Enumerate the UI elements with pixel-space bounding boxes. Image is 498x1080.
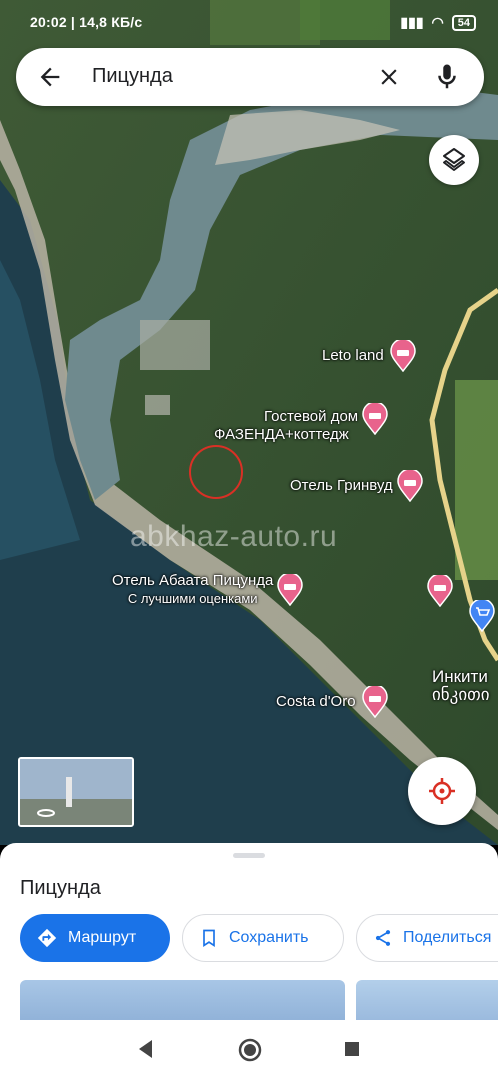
layers-icon [443,148,465,171]
satellite-map[interactable] [0,0,498,845]
poi-label: Инкити [432,667,488,686]
poi-label: Отель Абаата Пицунда [112,572,274,589]
nav-home-icon[interactable] [238,1038,262,1062]
bookmark-icon [203,929,215,948]
hotel-pin-icon [427,575,453,607]
arrow-left-icon[interactable] [36,63,64,91]
status-time-speed: 20:02 | 14,8 КБ/с [30,14,143,30]
shop-pin[interactable] [469,600,495,632]
system-navigation-bar [0,1020,498,1080]
signal-icon: ▮▮▮ [400,14,424,30]
poi-fazenda[interactable]: Гостевой дом ФАЗЕНДА+коттедж [214,403,388,444]
route-button[interactable]: Маршрут [20,914,170,962]
search-bar[interactable]: Пицунда [16,48,484,106]
place-title: Пицунда [20,877,101,899]
street-view-thumbnail[interactable] [18,757,134,827]
place-photo[interactable] [20,980,345,1020]
poi-label: Гостевой дом [264,408,359,425]
nav-back-icon[interactable] [136,1038,154,1060]
map-imagery [0,0,498,845]
save-button[interactable]: Сохранить [182,914,344,962]
route-label: Маршрут [68,929,137,946]
nav-recents-icon[interactable] [344,1041,360,1057]
hotel-pin-icon [389,340,416,372]
mic-icon[interactable] [432,62,462,92]
poi-label-line2: ინკითი [432,685,490,704]
location-target-icon [429,778,455,804]
watermark-text: abkhaz-auto.ru [130,520,338,553]
place-photo[interactable] [356,980,498,1020]
directions-icon [37,928,57,948]
poi-grinvud[interactable]: Отель Гринвуд [290,470,423,502]
battery-indicator: 54 [451,14,476,31]
shopping-cart-pin-icon [469,600,495,632]
poi-leto-land[interactable]: Leto land [322,340,416,372]
poi-abaata[interactable]: Отель Абаата Пицунда С лучшими оценками [112,572,304,608]
poi-inkiti[interactable]: Инкити ინკითი [432,668,490,704]
hotel-pin-icon [396,470,423,502]
my-location-button[interactable] [408,757,476,825]
wifi-icon: ◠ [431,14,444,30]
street-view-image [20,759,132,825]
hotel-pin-icon [277,574,304,606]
hotel-pin-icon [361,686,388,718]
share-icon [375,930,391,946]
place-bottom-sheet[interactable]: Пицунда Маршрут Сохранить Поделиться [0,843,498,1020]
hotel-pin-icon [362,403,388,435]
status-bar: 20:02 | 14,8 КБ/с ▮▮▮ ◠ 54 [0,0,498,46]
poi-label: Leto land [322,347,384,364]
poi-costa-doro[interactable]: Costa d'Oro [276,686,388,718]
poi-hotel-unnamed[interactable] [427,575,453,607]
search-query[interactable]: Пицунда [92,65,173,88]
share-label: Поделиться [403,929,492,946]
sheet-drag-handle[interactable] [233,853,265,858]
close-icon[interactable] [376,64,402,90]
save-label: Сохранить [229,929,309,946]
poi-label: Отель Гринвуд [290,477,393,494]
poi-label: Costa d'Oro [276,693,356,710]
poi-label-line2: С лучшими оценками [127,591,258,606]
poi-label-line2: ФАЗЕНДА+коттедж [214,426,349,443]
map-layers-button[interactable] [429,135,479,185]
share-button[interactable]: Поделиться [356,914,498,962]
